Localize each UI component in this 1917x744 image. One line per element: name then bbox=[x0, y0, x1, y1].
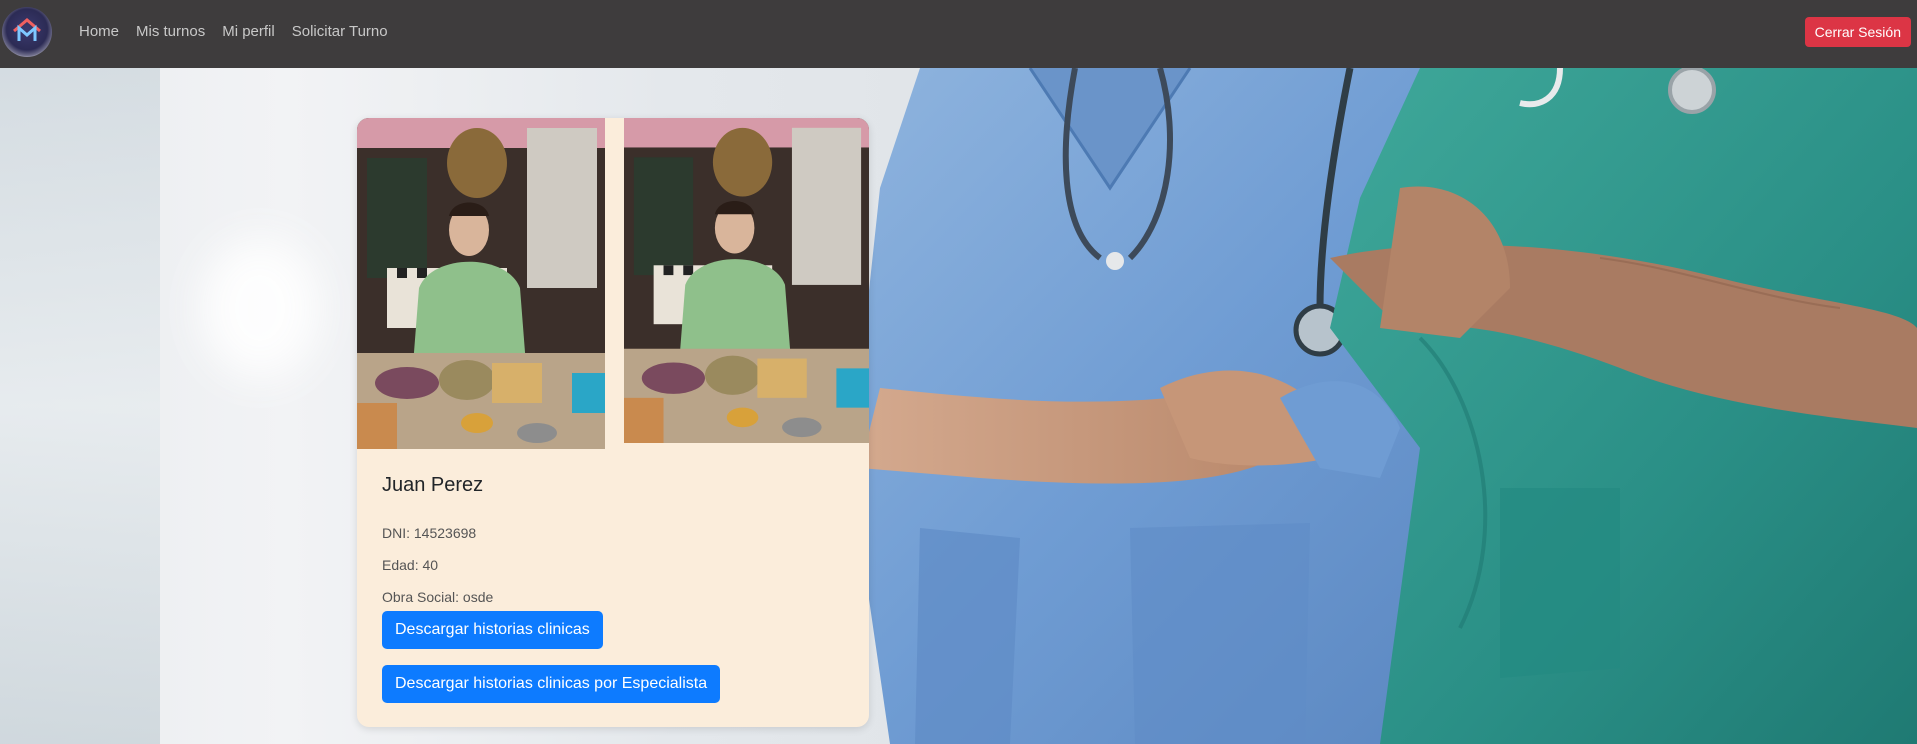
patient-obra-social: Obra Social: osde bbox=[382, 589, 494, 605]
nav-links: Home Mis turnos Mi perfil Solicitar Turn… bbox=[79, 0, 388, 62]
navbar: Home Mis turnos Mi perfil Solicitar Turn… bbox=[0, 0, 1917, 68]
profile-details: Juan Perez DNI: 14523698 Edad: 40 Obra S… bbox=[382, 468, 849, 703]
logout-button[interactable]: Cerrar Sesión bbox=[1804, 17, 1911, 47]
download-medical-records-button[interactable]: Descargar historias clinicas bbox=[382, 611, 603, 649]
nav-mis-turnos[interactable]: Mis turnos bbox=[136, 23, 205, 40]
hero-background bbox=[0, 68, 1917, 744]
nav-home[interactable]: Home bbox=[79, 23, 119, 40]
profile-photo-image bbox=[357, 118, 605, 449]
patient-dni: DNI: 14523698 bbox=[382, 525, 477, 541]
nav-mi-perfil[interactable]: Mi perfil bbox=[222, 23, 275, 40]
patient-name: Juan Perez bbox=[382, 474, 484, 496]
profile-card: Juan Perez DNI: 14523698 Edad: 40 Obra S… bbox=[357, 118, 869, 727]
house-logo-icon bbox=[13, 18, 41, 41]
nav-solicitar-turno[interactable]: Solicitar Turno bbox=[292, 23, 388, 40]
patient-age: Edad: 40 bbox=[382, 557, 439, 573]
download-records-by-specialist-button[interactable]: Descargar historias clinicas por Especia… bbox=[382, 665, 721, 703]
doctors-background-image bbox=[860, 68, 1917, 744]
clinic-logo[interactable] bbox=[2, 7, 52, 57]
profile-photo-2 bbox=[624, 118, 869, 443]
profile-photo-1 bbox=[357, 118, 605, 449]
profile-photo-image bbox=[624, 118, 869, 443]
